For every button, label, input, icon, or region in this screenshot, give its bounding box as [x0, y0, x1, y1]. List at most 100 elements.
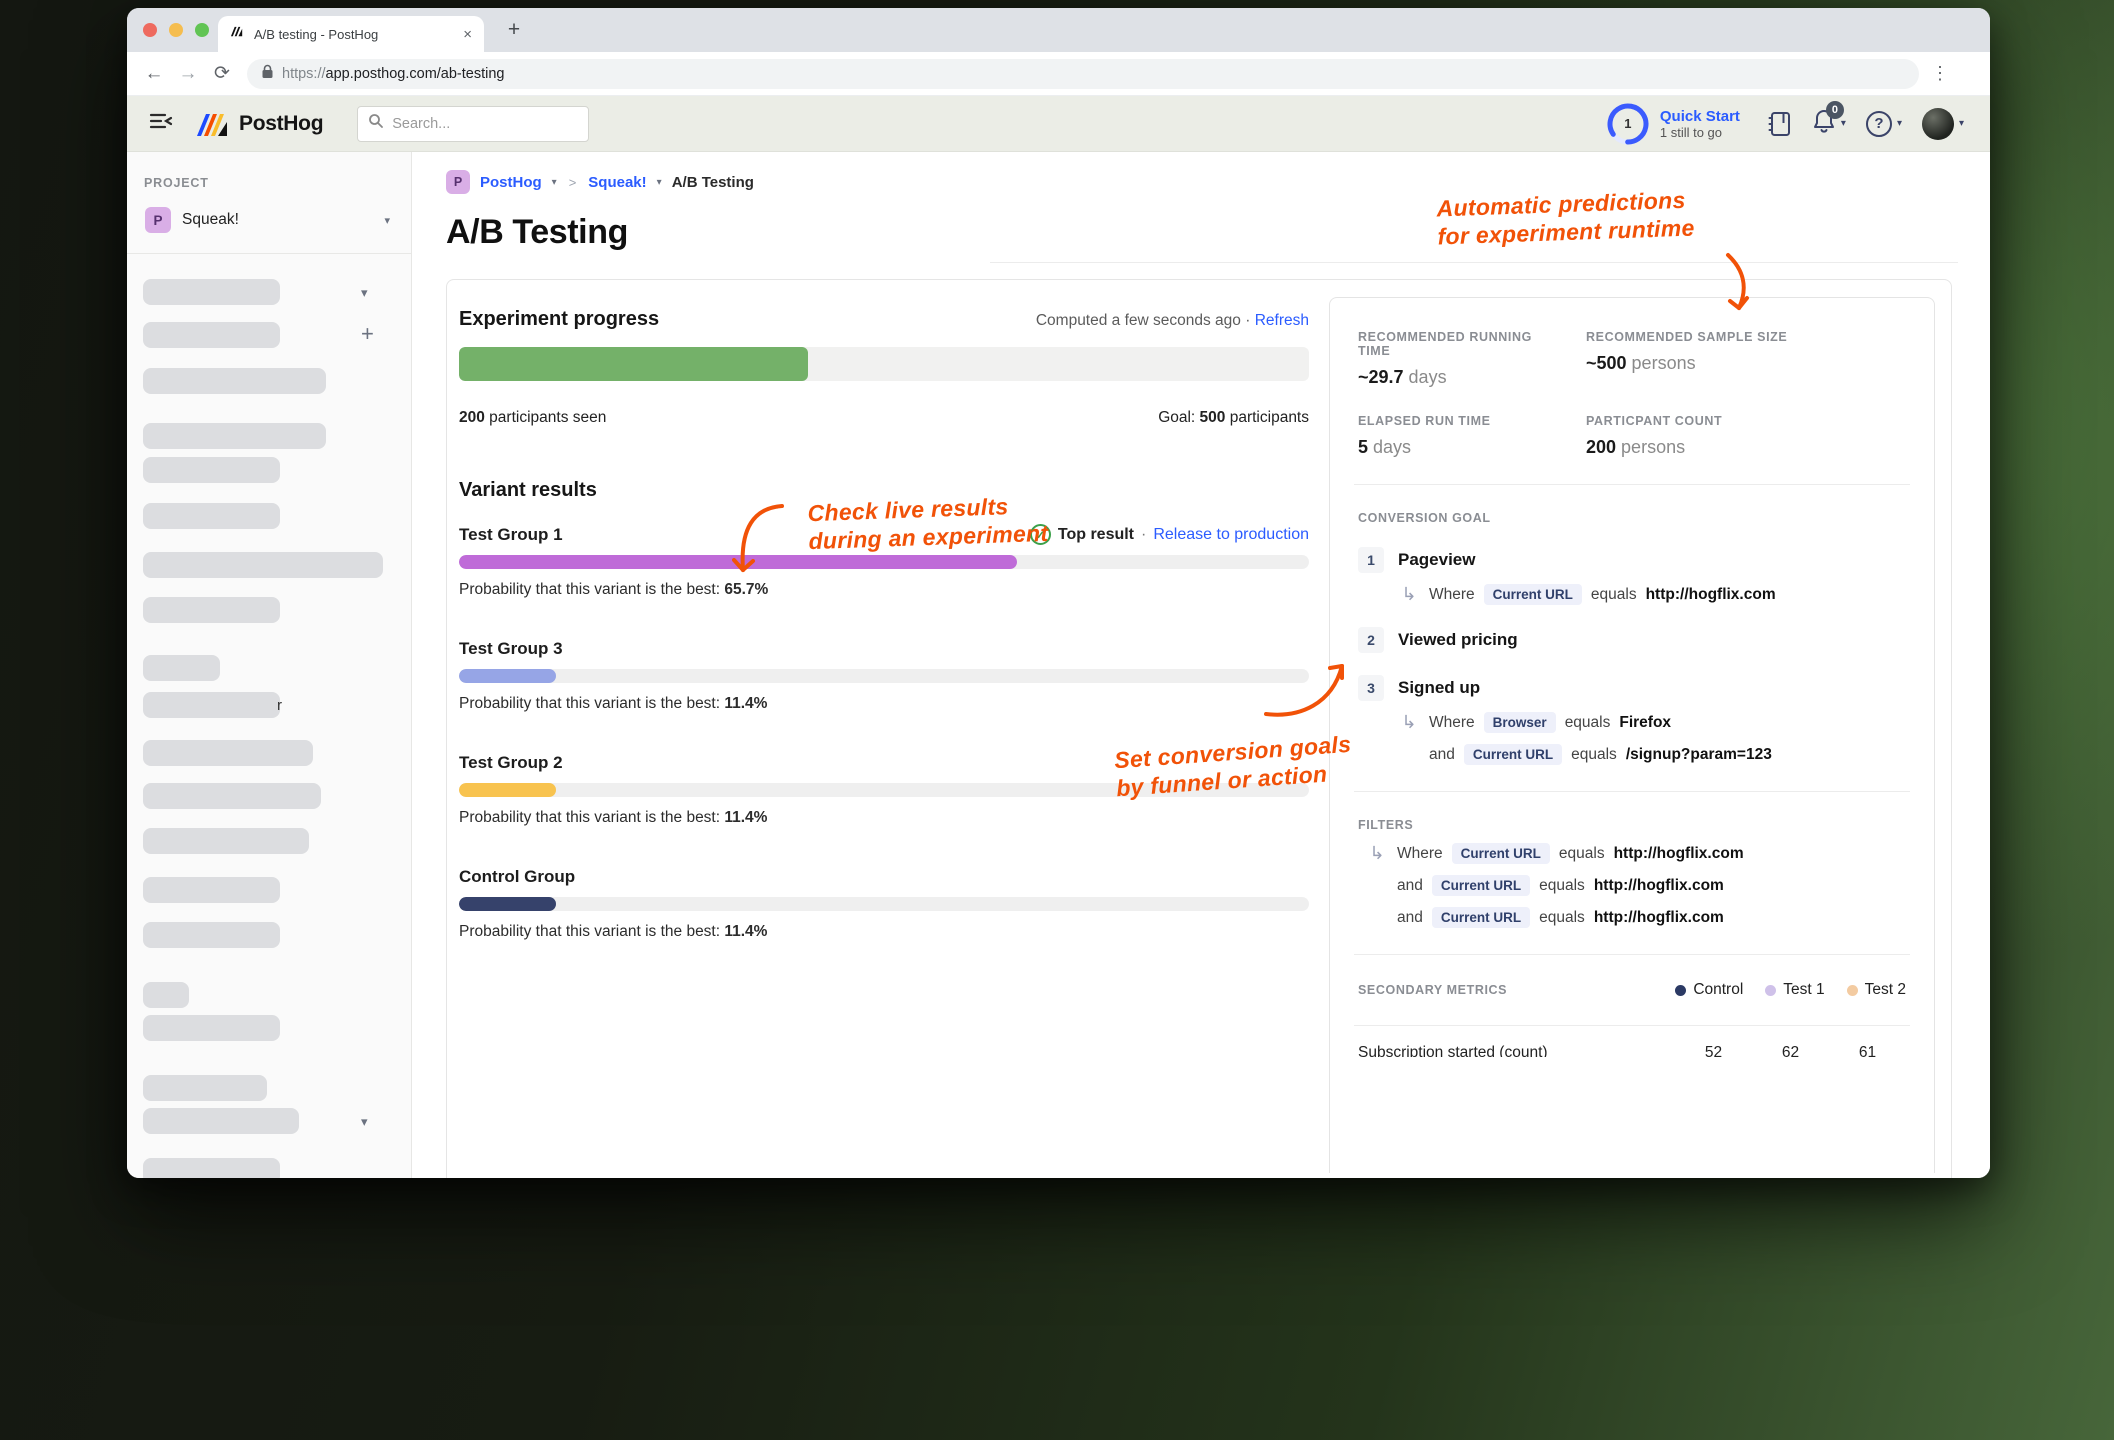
- variant-probability-bar: [459, 555, 1309, 569]
- sidebar-skeleton-bar[interactable]: [143, 423, 326, 449]
- legend-dot: [1675, 985, 1686, 996]
- sidebar-skeleton-bar[interactable]: [143, 1158, 280, 1178]
- reload-icon[interactable]: ⟳: [205, 62, 239, 85]
- chevron-down-icon[interactable]: ▾: [657, 177, 662, 188]
- sidebar-skeleton-bar[interactable]: [143, 279, 280, 305]
- search-input[interactable]: Search...: [357, 106, 589, 142]
- property-chip[interactable]: Current URL: [1464, 744, 1562, 765]
- sidebar-skeleton-bar[interactable]: [143, 877, 280, 903]
- branch-arrow-icon: ↳: [1398, 712, 1420, 733]
- sidebar-skeleton-bar[interactable]: [143, 1015, 280, 1041]
- goal-step-number: 3: [1358, 675, 1384, 701]
- property-chip[interactable]: Browser: [1484, 712, 1556, 733]
- notifications-button[interactable]: 0 ▾: [1812, 108, 1846, 139]
- breadcrumb-project-link[interactable]: Squeak!: [588, 174, 646, 191]
- sidebar-skeleton-bar[interactable]: [143, 1075, 267, 1101]
- condition-row: ↳WhereBrowserequalsFirefox: [1398, 712, 1906, 733]
- condition-row: andCurrent URLequalshttp://hogflix.com: [1366, 875, 1906, 896]
- goal-step-number: 1: [1358, 547, 1384, 573]
- sidebar-skeleton-bar[interactable]: [143, 322, 280, 348]
- zoom-window-button[interactable]: [195, 23, 209, 37]
- sidebar-skeleton-bar[interactable]: [143, 503, 280, 529]
- posthog-logo-icon: [195, 109, 231, 139]
- goal-step: 2Viewed pricing: [1358, 627, 1906, 653]
- project-name: Squeak!: [182, 211, 373, 229]
- stat-cell: RECOMMENDED RUNNING TIME~29.7 days: [1358, 330, 1558, 388]
- chevron-down-icon[interactable]: ▾: [361, 1114, 368, 1130]
- chevron-down-icon: ▾: [384, 214, 390, 227]
- annotation-live-results: Check live results during an experiment: [807, 491, 1049, 555]
- browser-tab[interactable]: A/B testing - PostHog ×: [218, 16, 484, 52]
- page-title: A/B Testing: [446, 210, 1952, 254]
- filter-rows: ↳WhereCurrent URLequalshttp://hogflix.co…: [1366, 843, 1906, 928]
- stat-label: ELAPSED RUN TIME: [1358, 414, 1558, 428]
- goal-step-name: Signed up: [1398, 678, 1480, 698]
- annotation-arrow-curve-icon: [732, 500, 786, 582]
- sidebar-skeleton-bar[interactable]: [143, 692, 280, 718]
- quick-start-widget[interactable]: 1 Quick Start 1 still to go: [1606, 102, 1740, 146]
- plus-icon[interactable]: +: [361, 321, 374, 347]
- project-avatar: P: [145, 207, 171, 233]
- sidebar: PROJECT P Squeak! ▾ ▾+▾ r: [127, 152, 412, 1178]
- notebook-button[interactable]: [1768, 111, 1792, 137]
- conversion-goal-steps: 1Pageview↳WhereCurrent URLequalshttp://h…: [1358, 547, 1906, 765]
- sidebar-skeleton-bar[interactable]: [143, 552, 383, 578]
- sidebar-skeleton-bar[interactable]: [143, 922, 280, 948]
- metric-name: Subscription started (count): [1358, 1042, 1675, 1057]
- refresh-link[interactable]: Refresh: [1255, 312, 1309, 329]
- sidebar-skeleton-bar[interactable]: [143, 783, 321, 809]
- sidebar-skeleton-bar[interactable]: [143, 1108, 299, 1134]
- minimize-window-button[interactable]: [169, 23, 183, 37]
- breadcrumb: P PostHog ▾ > Squeak! ▾ A/B Testing: [446, 170, 1952, 194]
- top-result-label: Top result: [1058, 526, 1134, 544]
- release-to-production-link[interactable]: Release to production: [1153, 526, 1309, 544]
- back-icon[interactable]: ←: [137, 63, 171, 85]
- sidebar-skeleton-bar[interactable]: [143, 457, 280, 483]
- chevron-down-icon[interactable]: ▾: [552, 177, 557, 188]
- tab-title: A/B testing - PostHog: [254, 27, 454, 42]
- computed-status: Computed a few seconds ago · Refresh: [1036, 312, 1309, 330]
- property-chip[interactable]: Current URL: [1432, 875, 1530, 896]
- account-menu[interactable]: ▾: [1922, 108, 1964, 140]
- annotation-arrow-down-icon: [1722, 252, 1756, 318]
- stat-value: ~500 persons: [1586, 353, 1906, 374]
- project-switcher[interactable]: P Squeak! ▾: [137, 200, 402, 240]
- posthog-logo[interactable]: PostHog: [195, 109, 323, 139]
- sidebar-skeleton-bar[interactable]: [143, 740, 313, 766]
- forward-icon[interactable]: →: [171, 63, 205, 85]
- sidebar-skeleton-bar[interactable]: [143, 982, 189, 1008]
- property-chip[interactable]: Current URL: [1432, 907, 1530, 928]
- annotation-predictions: Automatic predictions for experiment run…: [1436, 186, 1695, 251]
- quick-start-progress-ring: 1: [1606, 102, 1650, 146]
- sidebar-collapse-icon[interactable]: [149, 111, 173, 136]
- chevron-down-icon[interactable]: ▾: [361, 285, 368, 301]
- notification-badge: 0: [1826, 101, 1844, 119]
- url-scheme: https://: [282, 66, 326, 82]
- property-chip[interactable]: Current URL: [1484, 584, 1582, 605]
- stat-label: RECOMMENDED SAMPLE SIZE: [1586, 330, 1906, 344]
- property-chip[interactable]: Current URL: [1452, 843, 1550, 864]
- goal-step-conditions: ↳WhereBrowserequalsFirefoxandCurrent URL…: [1398, 712, 1906, 765]
- browser-menu-icon[interactable]: ⋮: [1931, 63, 1949, 84]
- metric-value: 62: [1752, 1042, 1829, 1057]
- help-button[interactable]: ? ▾: [1866, 111, 1902, 137]
- sidebar-skeleton-bar[interactable]: [143, 597, 280, 623]
- separator-dot: ·: [1141, 526, 1146, 544]
- sidebar-skeleton-bar[interactable]: [143, 368, 326, 394]
- breadcrumb-org-link[interactable]: PostHog: [480, 174, 542, 191]
- app-header-actions: 1 Quick Start 1 still to go 0 ▾ ? ▾: [1606, 102, 1964, 146]
- variant-probability-bar: [459, 669, 1309, 683]
- filters-label: FILTERS: [1358, 818, 1906, 832]
- close-window-button[interactable]: [143, 23, 157, 37]
- address-bar[interactable]: https://app.posthog.com/ab-testing: [247, 59, 1919, 89]
- new-tab-button[interactable]: +: [499, 18, 529, 42]
- variant-probability-text: Probability that this variant is the bes…: [459, 695, 1309, 713]
- sidebar-skeleton-bar[interactable]: [143, 655, 220, 681]
- conversion-goal-label: CONVERSION GOAL: [1358, 511, 1906, 525]
- quick-start-subtext: 1 still to go: [1660, 125, 1740, 140]
- variant-probability-fill: [459, 897, 556, 911]
- app-header: PostHog Search... 1 Quick Start 1 still …: [127, 96, 1990, 152]
- sidebar-skeleton-bar[interactable]: [143, 828, 309, 854]
- tab-close-icon[interactable]: ×: [463, 26, 472, 43]
- variant-list: Test Group 1✓Top result·Release to produ…: [459, 524, 1309, 941]
